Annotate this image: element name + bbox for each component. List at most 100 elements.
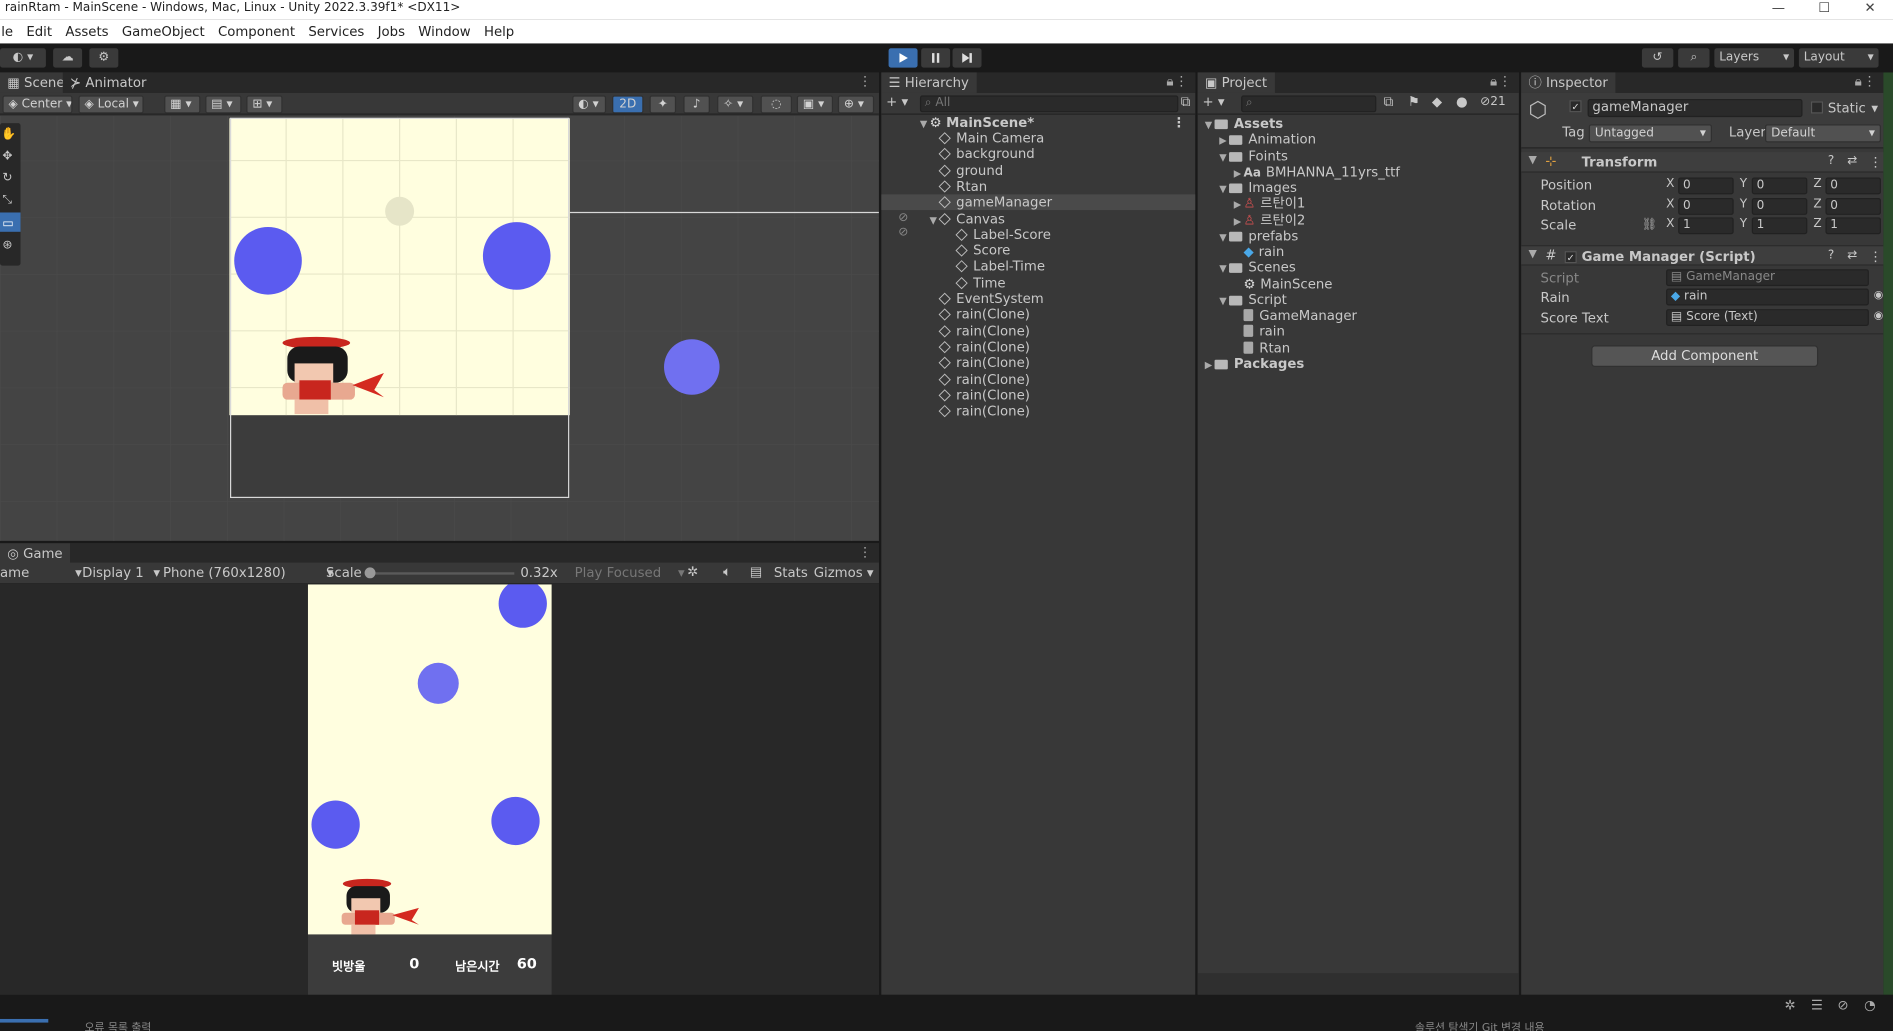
tab-game[interactable]: ◎ Game	[0, 543, 70, 564]
lock-icon[interactable]: 🔒︎	[1166, 74, 1173, 91]
expand-arrow-icon[interactable]: ▼	[1217, 293, 1229, 309]
project-item[interactable]: ▶ Animation	[1198, 132, 1519, 148]
hierarchy-search-input[interactable]: ⌕ All	[919, 95, 1179, 113]
project-search-input[interactable]: ⌕	[1241, 95, 1377, 113]
static-checkbox[interactable]	[1810, 101, 1824, 114]
mute-audio-icon[interactable]: 🔈︎	[723, 564, 731, 581]
menu-help[interactable]: Help	[484, 24, 514, 40]
increment-snap-dropdown[interactable]: ⊞ ▾	[246, 95, 283, 114]
hierarchy-menu-icon[interactable]: ⋮	[1175, 74, 1188, 90]
script-component-header[interactable]: ▼ # ✓ Game Manager (Script) ? ⇄ ⋮	[1521, 245, 1884, 266]
project-item[interactable]: ▶ Aa BMHANNA_11yrs_ttf	[1198, 164, 1519, 180]
transform-y-field[interactable]: 0	[1751, 177, 1808, 195]
enabled-checkbox[interactable]: ✓	[1564, 251, 1577, 264]
transform-x-field[interactable]: 1	[1678, 217, 1734, 235]
hierarchy-item[interactable]: rain(Clone)	[881, 307, 1195, 323]
hidden-packages-icon[interactable]: ●	[1456, 94, 1468, 110]
hierarchy-item[interactable]: rain(Clone)	[881, 371, 1195, 387]
tag-dropdown[interactable]: Untagged ▾	[1588, 124, 1712, 143]
project-item[interactable]: GameManager	[1198, 308, 1519, 324]
hierarchy-item[interactable]: Label-Time	[881, 259, 1195, 275]
hierarchy-item[interactable]: rain(Clone)	[881, 323, 1195, 339]
camera-dropdown[interactable]: ▣ ▾	[796, 95, 834, 114]
bug-icon[interactable]: ✲	[687, 564, 698, 580]
search-filter-icon[interactable]: ⧉	[1181, 94, 1190, 111]
game-menu-icon[interactable]: ⋮	[858, 544, 871, 560]
transform-z-field[interactable]: 1	[1825, 217, 1881, 235]
collapse-arrow-icon[interactable]: ▶	[1231, 197, 1243, 213]
project-item[interactable]: ⚙︎ MainScene	[1198, 276, 1519, 292]
hierarchy-item[interactable]: EventSystem	[881, 291, 1195, 307]
object-picker-icon[interactable]: ◉	[1874, 290, 1883, 302]
add-component-button[interactable]: Add Component	[1591, 345, 1819, 368]
hierarchy-item[interactable]: rain(Clone)	[881, 339, 1195, 355]
transform-y-field[interactable]: 0	[1751, 197, 1808, 215]
2d-toggle[interactable]: 2D	[612, 95, 644, 114]
scene-menu-icon[interactable]: ⋮	[858, 74, 871, 90]
tab-hierarchy[interactable]: ☰ Hierarchy	[881, 72, 977, 93]
cloud-icon[interactable]: ☁	[53, 48, 83, 68]
audio-icon[interactable]: ♪	[683, 95, 710, 114]
stats-toggle[interactable]: Stats	[774, 565, 808, 581]
expand-arrow-icon[interactable]: ▼	[1217, 181, 1229, 197]
project-item[interactable]: ▶ ♙ 르탄이1	[1198, 196, 1519, 212]
hierarchy-item[interactable]: ▼ Canvas	[881, 211, 1195, 227]
play-button[interactable]	[888, 48, 918, 68]
gizmos-toggle[interactable]: Gizmos ▾	[814, 565, 874, 581]
scale-slider[interactable]	[364, 567, 515, 579]
search-by-type-icon[interactable]: ⧉	[1384, 94, 1393, 111]
grid-snap-dropdown[interactable]: ▦ ▾	[164, 95, 201, 114]
search-icon[interactable]: ⌕	[1678, 48, 1710, 68]
grid-visibility-dropdown[interactable]: ▤ ▾	[205, 95, 242, 114]
hidden-count[interactable]: ⊘21	[1480, 95, 1506, 108]
hidden-objects-icon[interactable]: ◌	[760, 95, 792, 114]
tab-inspector[interactable]: ⓘ Inspector	[1521, 72, 1616, 93]
lock-icon[interactable]: 🔒︎	[1490, 74, 1497, 91]
step-button[interactable]	[952, 48, 982, 68]
pause-button[interactable]	[921, 48, 951, 68]
project-item[interactable]: ▼ Assets	[1198, 116, 1519, 132]
keyboard-icon[interactable]: ▤	[750, 564, 763, 580]
favorite-icon[interactable]: ◆	[1432, 94, 1442, 110]
project-item[interactable]: ◆ rain	[1198, 244, 1519, 260]
menu-file[interactable]: le	[1, 24, 13, 40]
menu-gameobject[interactable]: GameObject	[122, 24, 205, 40]
collapse-arrow-icon[interactable]: ▶	[1231, 213, 1243, 229]
static-dropdown-icon[interactable]: ▾	[1871, 100, 1878, 116]
effects-dropdown[interactable]: ✧ ▾	[717, 95, 754, 114]
hierarchy-item[interactable]: rain(Clone)	[881, 387, 1195, 403]
hierarchy-item[interactable]: Time	[881, 275, 1195, 291]
rain-field[interactable]: ◆ rain	[1666, 288, 1869, 306]
tab-project[interactable]: ▣ Project	[1197, 72, 1275, 93]
expand-arrow-icon[interactable]: ▼	[927, 212, 939, 228]
preset-icon[interactable]: ⇄	[1847, 155, 1857, 168]
menu-services[interactable]: Services	[308, 24, 364, 40]
display-dropdown[interactable]: Display 1 ▾	[82, 565, 160, 581]
project-item[interactable]: ▼ Foints	[1198, 148, 1519, 164]
transform-z-field[interactable]: 0	[1825, 177, 1881, 195]
menu-window[interactable]: Window	[418, 24, 470, 40]
project-item[interactable]: ▼ Images	[1198, 180, 1519, 196]
pivot-dropdown[interactable]: ◈ Center ▾	[2, 95, 73, 114]
create-asset-button[interactable]: + ▾	[1202, 94, 1224, 110]
project-item[interactable]: ▶ Packages	[1198, 356, 1519, 372]
hierarchy-item[interactable]: ground	[881, 162, 1195, 178]
collapse-arrow-icon[interactable]: ▶	[1231, 165, 1243, 181]
hierarchy-item[interactable]: background	[881, 146, 1195, 162]
menu-assets[interactable]: Assets	[65, 24, 108, 40]
transform-z-field[interactable]: 0	[1825, 197, 1881, 215]
pickable-icon[interactable]: ⊘	[898, 226, 908, 239]
hierarchy-item[interactable]: Label-Score	[881, 227, 1195, 242]
scene-viewport[interactable]: ✋ ✥ ↻ ⤡ ▭ ⊛	[0, 115, 879, 541]
menu-edit[interactable]: Edit	[26, 24, 52, 40]
component-menu-icon[interactable]: ⋮	[1869, 249, 1882, 265]
object-picker-icon[interactable]: ◉	[1874, 310, 1883, 322]
project-item[interactable]: rain	[1198, 324, 1519, 340]
hierarchy-item[interactable]: rain(Clone)	[881, 355, 1195, 371]
search-by-label-icon[interactable]: ⚑	[1408, 94, 1420, 110]
hierarchy-item[interactable]: Main Camera	[881, 130, 1195, 146]
account-dropdown[interactable]: ◐ ▾	[0, 48, 46, 68]
inspector-menu-icon[interactable]: ⋮	[1863, 74, 1876, 90]
gizmos-dropdown[interactable]: ⊕ ▾	[837, 95, 875, 114]
project-menu-icon[interactable]: ⋮	[1498, 74, 1511, 90]
